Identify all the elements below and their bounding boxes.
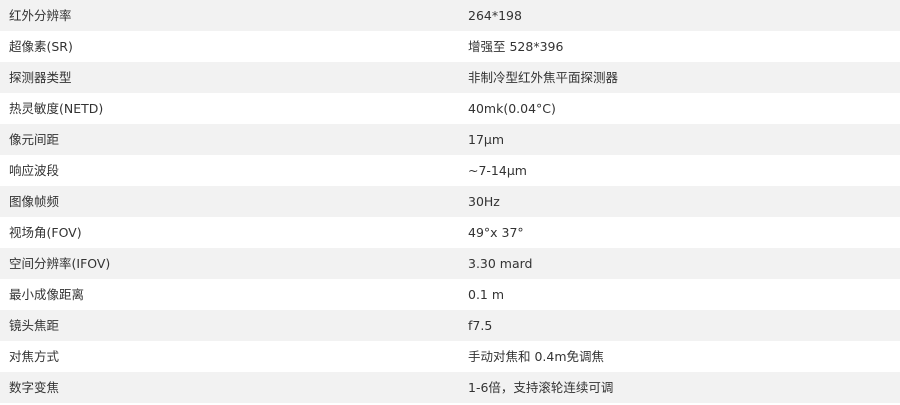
table-row: 红外分辨率 264*198 — [0, 0, 900, 31]
table-row: 视场角(FOV) 49°x 37° — [0, 217, 900, 248]
spec-value: ~7-14μm — [456, 155, 900, 186]
spec-label: 探测器类型 — [0, 62, 456, 93]
spec-label: 数字变焦 — [0, 372, 456, 403]
spec-label: 响应波段 — [0, 155, 456, 186]
spec-label: 红外分辨率 — [0, 0, 456, 31]
spec-value: 264*198 — [456, 0, 900, 31]
spec-value: f7.5 — [456, 310, 900, 341]
spec-label: 空间分辨率(IFOV) — [0, 248, 456, 279]
spec-label: 超像素(SR) — [0, 31, 456, 62]
spec-label: 对焦方式 — [0, 341, 456, 372]
spec-value: 1-6倍，支持滚轮连续可调 — [456, 372, 900, 403]
spec-label: 图像帧频 — [0, 186, 456, 217]
table-row: 图像帧频 30Hz — [0, 186, 900, 217]
spec-value: 3.30 mard — [456, 248, 900, 279]
spec-value: 40mk(0.04°C) — [456, 93, 900, 124]
table-row: 热灵敏度(NETD) 40mk(0.04°C) — [0, 93, 900, 124]
spec-table: 红外分辨率 264*198 超像素(SR) 增强至 528*396 探测器类型 … — [0, 0, 900, 403]
table-row: 数字变焦 1-6倍，支持滚轮连续可调 — [0, 372, 900, 403]
table-row: 探测器类型 非制冷型红外焦平面探测器 — [0, 62, 900, 93]
spec-value: 49°x 37° — [456, 217, 900, 248]
spec-table-body: 红外分辨率 264*198 超像素(SR) 增强至 528*396 探测器类型 … — [0, 0, 900, 403]
table-row: 镜头焦距 f7.5 — [0, 310, 900, 341]
spec-value: 非制冷型红外焦平面探测器 — [456, 62, 900, 93]
spec-label: 热灵敏度(NETD) — [0, 93, 456, 124]
table-row: 响应波段 ~7-14μm — [0, 155, 900, 186]
spec-label: 镜头焦距 — [0, 310, 456, 341]
table-row: 空间分辨率(IFOV) 3.30 mard — [0, 248, 900, 279]
table-row: 对焦方式 手动对焦和 0.4m免调焦 — [0, 341, 900, 372]
spec-label: 像元间距 — [0, 124, 456, 155]
spec-value: 0.1 m — [456, 279, 900, 310]
spec-value: 30Hz — [456, 186, 900, 217]
spec-label: 视场角(FOV) — [0, 217, 456, 248]
table-row: 像元间距 17μm — [0, 124, 900, 155]
table-row: 最小成像距离 0.1 m — [0, 279, 900, 310]
spec-label: 最小成像距离 — [0, 279, 456, 310]
spec-value: 17μm — [456, 124, 900, 155]
spec-value: 手动对焦和 0.4m免调焦 — [456, 341, 900, 372]
table-row: 超像素(SR) 增强至 528*396 — [0, 31, 900, 62]
spec-value: 增强至 528*396 — [456, 31, 900, 62]
